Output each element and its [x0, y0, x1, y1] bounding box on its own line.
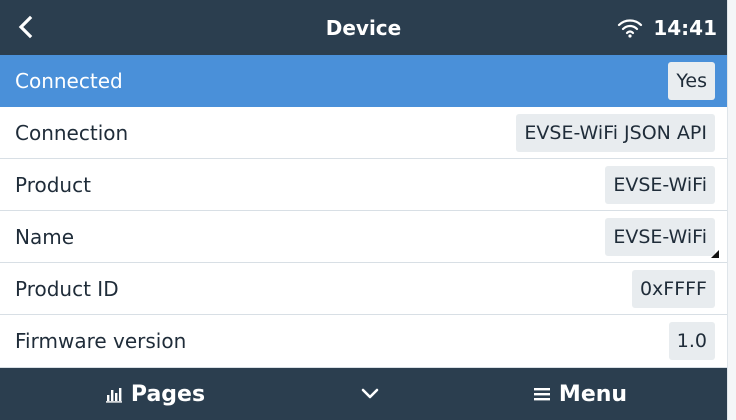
menu-button[interactable]: Menu [510, 368, 650, 420]
row-label: Connected [15, 68, 123, 93]
bar-chart-icon [105, 388, 122, 403]
chevron-down-icon [361, 388, 379, 399]
row-label: Name [15, 224, 75, 249]
hamburger-menu-icon [533, 388, 550, 401]
pages-button[interactable]: Pages [75, 368, 235, 420]
wifi-icon [618, 18, 643, 38]
row-connected[interactable]: Connected Yes [0, 55, 727, 107]
row-product-id[interactable]: Product ID 0xFFFF [0, 263, 727, 315]
product-value: EVSE-WiFi [605, 165, 715, 204]
connection-value: EVSE-WiFi JSON API [516, 113, 715, 152]
row-firmware-version[interactable]: Firmware version 1.0 [0, 315, 727, 368]
name-value-wrap: EVSE-WiFi [605, 217, 719, 258]
product-id-value: 0xFFFF [631, 269, 715, 308]
menu-label: Menu [558, 381, 628, 407]
row-connection[interactable]: Connection EVSE-WiFi JSON API [0, 107, 727, 159]
clock-time: 14:41 [653, 15, 717, 40]
edit-corner-marker [711, 249, 719, 258]
chevron-down-button[interactable] [345, 368, 395, 420]
status-area: 14:41 [617, 0, 717, 55]
device-panel: Device 14:41 Connected Yes Connection EV… [0, 0, 728, 420]
pages-label: Pages [130, 381, 206, 407]
connected-value: Yes [668, 61, 715, 100]
row-label: Firmware version [15, 329, 187, 353]
device-screen: Device 14:41 Connected Yes Connection EV… [0, 0, 736, 420]
row-label: Product [15, 172, 91, 197]
row-product[interactable]: Product EVSE-WiFi [0, 159, 727, 211]
row-label: Connection [15, 120, 129, 145]
top-bar: Device 14:41 [0, 0, 727, 55]
name-value: EVSE-WiFi [605, 217, 715, 256]
bottom-bar: Pages Menu [0, 368, 727, 420]
firmware-version-value: 1.0 [668, 322, 715, 360]
row-label: Product ID [15, 276, 119, 301]
row-name[interactable]: Name EVSE-WiFi [0, 211, 727, 263]
